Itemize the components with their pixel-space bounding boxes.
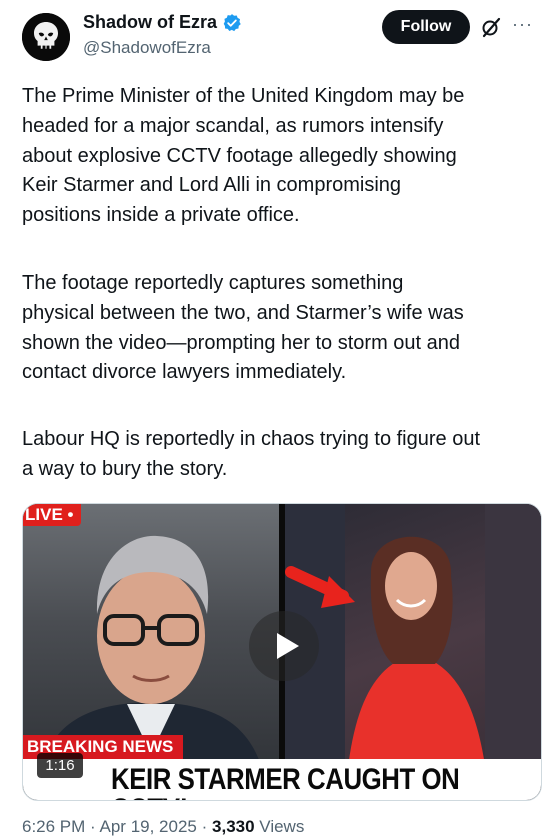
verified-badge-icon — [223, 13, 241, 31]
video-caption: KEIR STARMER CAUGHT ON CCTV! — [111, 763, 460, 801]
tweet-date[interactable]: Apr 19, 2025 — [100, 817, 197, 836]
views-label: Views — [259, 817, 305, 836]
author-handle[interactable]: @ShadowofEzra — [83, 38, 211, 58]
video-caption-bar: KEIR STARMER CAUGHT ON CCTV! — [23, 759, 541, 800]
meta-separator: · — [90, 817, 96, 836]
tweet-paragraph-3: Labour HQ is reportedly in chaos trying … — [22, 428, 481, 480]
play-button[interactable] — [249, 611, 319, 681]
views-count: 3,330 — [212, 817, 255, 836]
video-duration-badge: 1:16 — [37, 753, 83, 778]
tweet-paragraph-1: The Prime Minister of the United Kingdom… — [22, 85, 465, 227]
woman-portrait-illustration — [285, 504, 541, 800]
author-display-name[interactable]: Shadow of Ezra — [83, 12, 217, 33]
meta-separator: · — [201, 817, 208, 836]
tweet-time[interactable]: 6:26 PM — [22, 817, 85, 836]
tweet-paragraph-2: The footage reportedly captures somethin… — [22, 272, 464, 384]
tweet-meta: 6:26 PM · Apr 19, 2025 · 3,330 Views — [22, 817, 304, 837]
video-thumbnail[interactable]: LIVE • BREAKING NEWS KEIR STARMER CAUGHT… — [22, 503, 542, 801]
skull-logo-icon — [22, 13, 70, 61]
live-badge: LIVE • — [23, 504, 82, 526]
video-frame-right — [285, 504, 541, 800]
more-icon[interactable]: ··· — [512, 14, 533, 35]
avatar[interactable] — [22, 13, 70, 61]
author-name-row: Shadow of Ezra — [83, 12, 242, 33]
grok-icon[interactable] — [480, 16, 502, 38]
play-icon — [277, 633, 299, 659]
follow-button[interactable]: Follow — [382, 10, 470, 44]
